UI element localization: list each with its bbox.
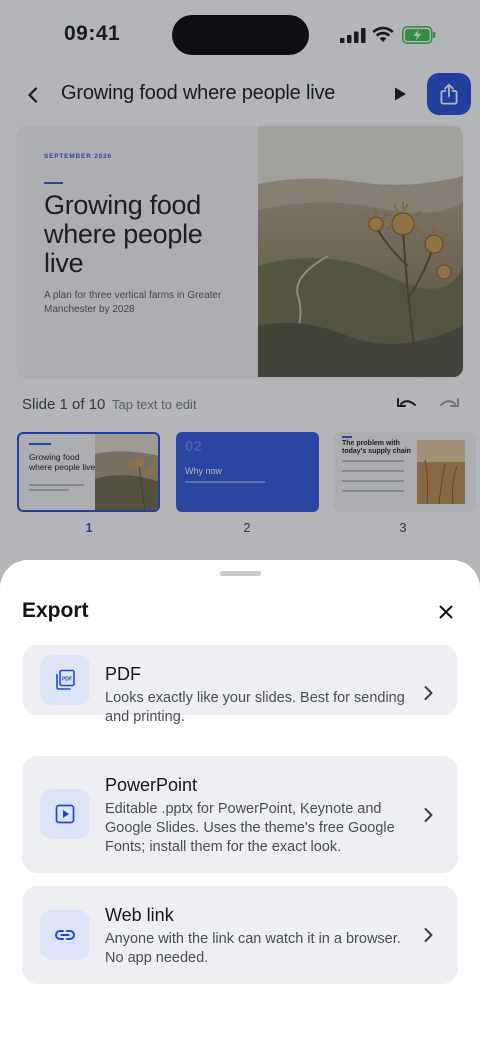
option-desc-web-link: Anyone with the link can watch it in a b…: [105, 931, 401, 966]
option-title-pdf: PDF: [105, 664, 141, 684]
link-glyph: [55, 930, 75, 940]
pdf-glyph: PDF: [56, 669, 75, 690]
pdf-badge-text: PDF: [62, 677, 72, 683]
close-icon: [439, 605, 453, 619]
sheet-drag-handle[interactable]: [220, 571, 261, 576]
export-sheet: Export PDF PDF Looks exactly like your s…: [0, 560, 480, 1043]
export-option-web-link[interactable]: Web link Anyone with the link can watch …: [22, 886, 458, 984]
export-option-powerpoint[interactable]: PowerPoint Editable .pptx for PowerPoint…: [22, 756, 458, 873]
option-desc-powerpoint: Editable .pptx for PowerPoint, Keynote a…: [105, 801, 395, 855]
chevron-right-icon: [424, 686, 433, 700]
option-desc-pdf: Looks exactly like your slides. Best for…: [105, 690, 405, 725]
option-title-web-link: Web link: [105, 905, 174, 925]
presentation-screen: 09:41 Growing food where people live SEP…: [0, 0, 480, 1043]
export-option-pdf[interactable]: PDF PDF Looks exactly like your slides. …: [22, 645, 458, 725]
close-button[interactable]: [433, 599, 459, 625]
option-title-powerpoint: PowerPoint: [105, 775, 198, 795]
chevron-right-icon: [424, 928, 433, 942]
sheet-title: Export: [22, 599, 89, 622]
pdf-icon: PDF: [40, 655, 90, 705]
link-icon: [40, 910, 90, 960]
play-square-glyph: [55, 804, 75, 824]
play-square-icon: [40, 789, 90, 839]
chevron-right-icon: [424, 808, 433, 822]
